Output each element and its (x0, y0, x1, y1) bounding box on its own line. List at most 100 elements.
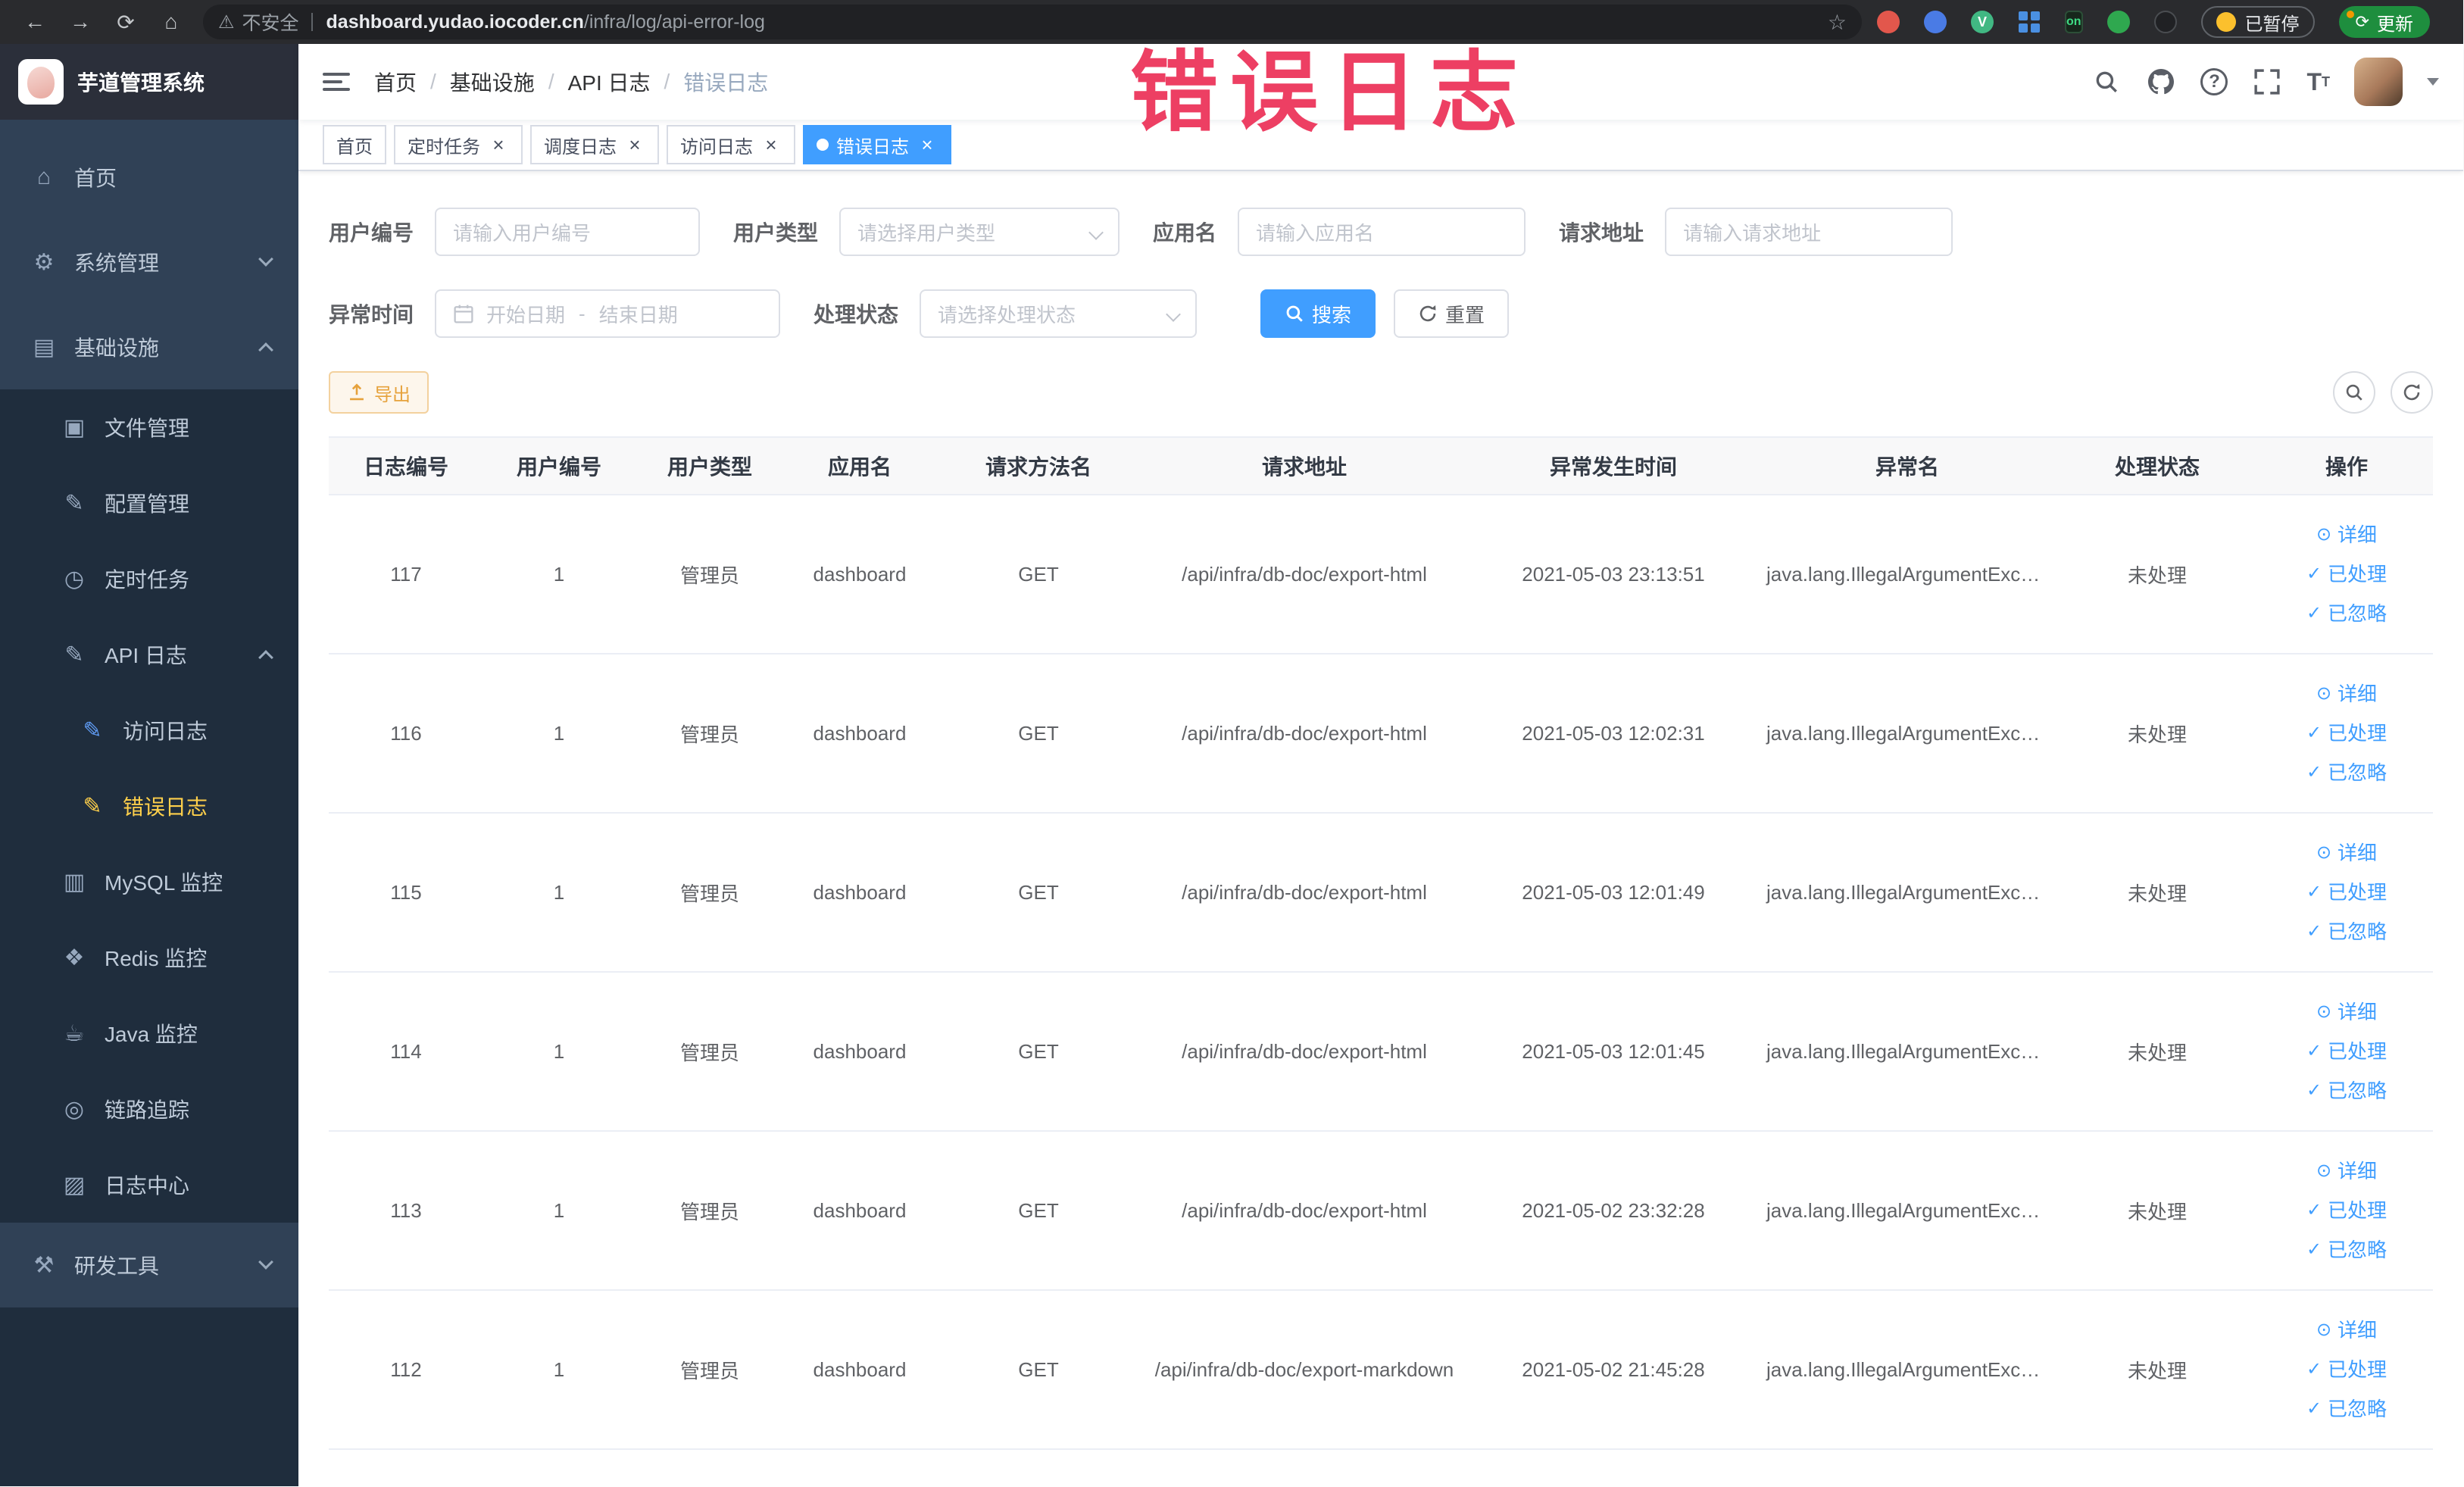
user-type-select[interactable]: 请选择用户类型 (839, 208, 1120, 256)
tags-view-tab-2[interactable]: 调度日志 × (530, 125, 659, 164)
check-icon: ✓ (2306, 1239, 2322, 1260)
breadcrumb-item[interactable]: API 日志 (568, 67, 651, 97)
exception-time-range-picker[interactable]: 开始日期 - 结束日期 (435, 289, 781, 338)
app-name-input[interactable]: 请输入应用名 (1238, 208, 1526, 256)
action-ignored-link[interactable]: ✓ 已忽略 (2266, 1230, 2427, 1270)
sidebar-item-home[interactable]: ⌂ 首页 (0, 135, 298, 220)
hamburger-icon[interactable] (323, 73, 350, 91)
sidebar-item-api-log[interactable]: ✎ API 日志 (0, 617, 298, 692)
forward-icon[interactable]: → (58, 10, 103, 34)
sidebar-item-error-log[interactable]: ✎ 错误日志 (0, 768, 298, 844)
toggle-search-button[interactable] (2333, 371, 2375, 414)
action-ignored-link[interactable]: ✓ 已忽略 (2266, 594, 2427, 633)
table-row: 112 1 管理员 dashboard GET/api/infra/db-doc/exp… (329, 1290, 2433, 1450)
action-processed-link[interactable]: ✓ 已处理 (2266, 1350, 2427, 1389)
cell-time: 2021-05-03 12:01:45 (1466, 972, 1760, 1132)
tags-view-tab-1[interactable]: 定时任务 × (394, 125, 523, 164)
sidebar-item-label: 系统管理 (74, 251, 160, 275)
close-icon[interactable]: × (760, 134, 782, 155)
close-icon[interactable]: × (488, 134, 509, 155)
reload-icon[interactable]: ⟳ (103, 10, 148, 35)
action-processed-link[interactable]: ✓ 已处理 (2266, 873, 2427, 912)
chevron-down-icon[interactable] (2427, 78, 2439, 86)
font-size-icon[interactable]: TT (2306, 67, 2330, 97)
sidebar-item-java[interactable]: ☕ Java 监控 (0, 995, 298, 1071)
action-detail-link[interactable]: ⊙ 详细 (2266, 992, 2427, 1032)
fullscreen-icon[interactable] (2252, 67, 2282, 97)
user-id-input[interactable]: 请输入用户编号 (435, 208, 701, 256)
cell-status: 未处理 (2054, 1290, 2260, 1450)
breadcrumb-item[interactable]: 首页 (374, 67, 417, 97)
address-bar[interactable]: ⚠ 不安全 dashboard.yudao.iocoder.cn/infra/l… (203, 5, 1862, 39)
breadcrumb-item[interactable]: 基础设施 (450, 67, 535, 97)
sidebar-item-infra[interactable]: ▤ 基础设施 (0, 305, 298, 389)
action-detail-link[interactable]: ⊙ 详细 (2266, 1310, 2427, 1350)
tags-view-tab-4[interactable]: 错误日志 × (803, 125, 951, 164)
action-detail-link[interactable]: ⊙ 详细 (2266, 515, 2427, 555)
action-detail-link[interactable]: ⊙ 详细 (2266, 674, 2427, 714)
cell-actions: ⊙ 详细 ✓ 已处理 ✓ 已忽略 (2260, 495, 2433, 654)
extension-grid-icon[interactable] (2018, 11, 2041, 33)
sidebar-item-log-center[interactable]: ▨ 日志中心 (0, 1147, 298, 1223)
paused-extension-badge[interactable]: 已暂停 (2200, 6, 2315, 38)
action-processed-link[interactable]: ✓ 已处理 (2266, 1191, 2427, 1230)
action-detail-link[interactable]: ⊙ 详细 (2266, 833, 2427, 873)
table-header-row: 日志编号 用户编号 用户类型 应用名 请求方法名 请求地址 异常发生时间 异常名 处理状态 操作 (329, 436, 2433, 495)
avatar[interactable] (2354, 58, 2403, 106)
action-processed-link[interactable]: ✓ 已处理 (2266, 1032, 2427, 1071)
back-icon[interactable]: ← (12, 10, 58, 34)
search-icon[interactable] (2091, 67, 2122, 97)
sidebar-item-redis[interactable]: ❖ Redis 监控 (0, 920, 298, 995)
extension-icon-red[interactable] (1877, 11, 1900, 33)
extension-icon-paw[interactable] (2153, 11, 2177, 33)
security-label: 不安全 (242, 13, 299, 34)
github-icon[interactable] (2146, 67, 2176, 97)
action-ignored-link[interactable]: ✓ 已忽略 (2266, 912, 2427, 951)
extension-on-icon[interactable]: on (2065, 11, 2083, 33)
reset-button[interactable]: 重置 (1394, 289, 1510, 338)
browser-menu-icon[interactable]: ⋮ (2457, 10, 2464, 35)
vue-devtools-icon[interactable]: V (1971, 11, 1994, 33)
action-ignored-link[interactable]: ✓ 已忽略 (2266, 1071, 2427, 1111)
request-url-input[interactable]: 请输入请求地址 (1665, 208, 1953, 256)
sidebar-item-job[interactable]: ◷ 定时任务 (0, 541, 298, 617)
navbar-right: ? TT (2091, 58, 2439, 106)
cell-id: 115 (329, 813, 483, 973)
cell-method: GET (935, 654, 1142, 814)
action-ignored-link[interactable]: ✓ 已忽略 (2266, 753, 2427, 792)
tags-view-tab-3[interactable]: 访问日志 × (667, 125, 795, 164)
help-icon[interactable]: ? (2200, 68, 2228, 95)
close-icon[interactable]: × (624, 134, 645, 155)
export-button[interactable]: 导出 (329, 371, 429, 414)
close-icon[interactable]: × (917, 134, 938, 155)
cell-user-type: 管理员 (635, 1290, 785, 1450)
action-processed-link[interactable]: ✓ 已处理 (2266, 714, 2427, 753)
sidebar-item-devtools[interactable]: ⚒ 研发工具 (0, 1223, 298, 1307)
sidebar-item-access-log[interactable]: ✎ 访问日志 (0, 692, 298, 768)
extension-icon-green[interactable] (2106, 11, 2130, 33)
bookmark-star-icon[interactable]: ☆ (1828, 10, 1847, 35)
sidebar-item-config[interactable]: ✎ 配置管理 (0, 465, 298, 541)
sidebar: 芋道管理系统 ⌂ 首页 ⚙ 系统管理 ▤ 基础设施 ▣ 文件管理 ✎ 配置管理 ◷ 定时任务 ✎ API … (0, 44, 298, 1486)
process-status-select[interactable]: 请选择处理状态 (920, 289, 1198, 338)
action-label: 已处理 (2328, 1040, 2387, 1063)
search-button[interactable]: 搜索 (1260, 289, 1376, 338)
sidebar-item-file[interactable]: ▣ 文件管理 (0, 389, 298, 465)
column-header: 请求地址 (1142, 436, 1466, 495)
update-button[interactable]: ⟳ 更新 (2338, 6, 2430, 38)
action-processed-link[interactable]: ✓ 已处理 (2266, 555, 2427, 594)
action-ignored-link[interactable]: ✓ 已忽略 (2266, 1389, 2427, 1429)
app-logo[interactable]: 芋道管理系统 (0, 44, 298, 120)
sidebar-item-system[interactable]: ⚙ 系统管理 (0, 220, 298, 305)
extension-icon-blue[interactable] (1924, 11, 1947, 33)
browser-home-icon[interactable]: ⌂ (148, 10, 194, 34)
tags-view-tab-0[interactable]: 首页 (323, 125, 386, 164)
mysql-icon: ▥ (63, 869, 86, 895)
sidebar-item-mysql[interactable]: ▥ MySQL 监控 (0, 844, 298, 920)
log-center-icon: ▨ (63, 1172, 86, 1198)
refresh-icon (1419, 305, 1436, 322)
refresh-table-button[interactable] (2391, 371, 2433, 414)
cell-method: GET (935, 1131, 1142, 1291)
action-detail-link[interactable]: ⊙ 详细 (2266, 1151, 2427, 1191)
sidebar-item-trace[interactable]: ◎ 链路追踪 (0, 1071, 298, 1147)
